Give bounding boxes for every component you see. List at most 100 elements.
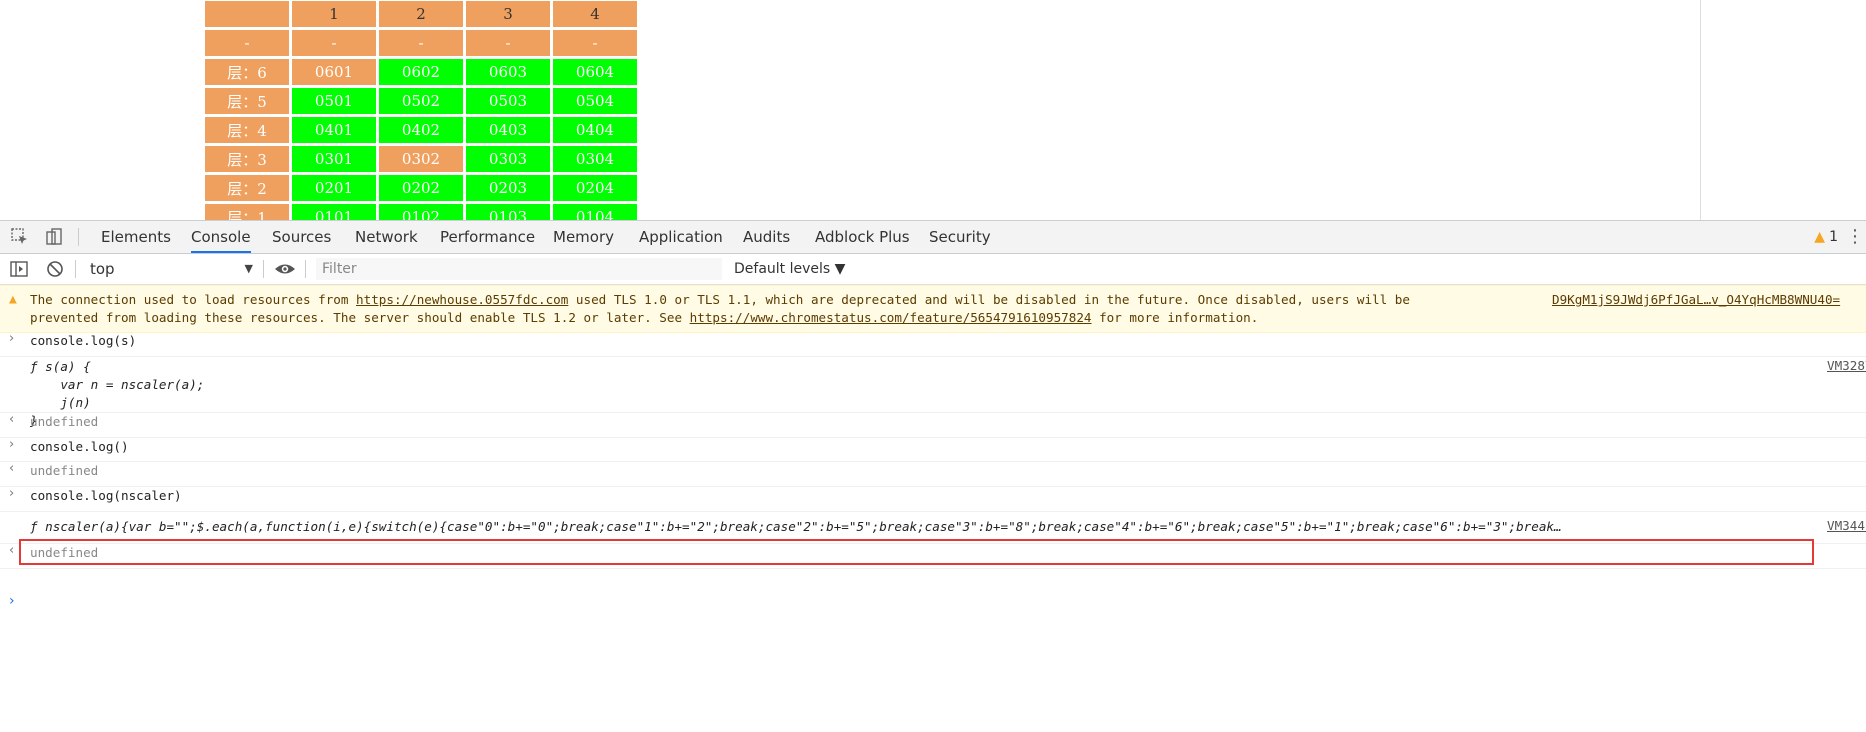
unit-cell[interactable]: 0404	[553, 117, 637, 143]
grid-header-row: 1234	[205, 1, 637, 27]
console-return-row: ‹ undefined	[0, 412, 1866, 438]
warning-text: prevented from loading these resources. …	[30, 310, 690, 325]
chevron-down-icon: ▼	[244, 262, 253, 275]
unit-cell[interactable]: 0501	[292, 88, 376, 114]
console-source-link[interactable]: VM3441	[1827, 518, 1866, 533]
filter-input[interactable]	[316, 258, 722, 280]
unit-cell[interactable]: 0604	[553, 59, 637, 85]
console-prompt[interactable]: ›	[9, 593, 15, 609]
unit-cell[interactable]: 0503	[466, 88, 550, 114]
floor-label: 层：2	[205, 175, 289, 201]
warning-icon: ▲	[1814, 229, 1826, 245]
console-source-link[interactable]: VM3287	[1827, 358, 1866, 373]
grid-header-cell	[205, 1, 289, 27]
devtools-panel: Elements Console Sources Network Performance…	[0, 220, 1866, 732]
tab-performance[interactable]: Performance	[440, 221, 535, 253]
console-command-text: console.log(s)	[30, 333, 137, 348]
tab-adblock-plus[interactable]: Adblock Plus	[815, 221, 910, 253]
unit-cell[interactable]: 0403	[466, 117, 550, 143]
tab-audits[interactable]: Audits	[743, 221, 790, 253]
warning-text: used TLS 1.0 or TLS 1.1, which are depre…	[568, 292, 1410, 307]
grid-header-cell: 3	[466, 1, 550, 27]
warning-icon: ▲	[9, 292, 17, 307]
console-input-row: › console.log()	[0, 437, 1866, 462]
context-value: top	[90, 260, 115, 278]
warning-text: for more information.	[1091, 310, 1259, 325]
console-return-value: undefined	[30, 463, 99, 478]
unit-cell[interactable]: 0504	[553, 88, 637, 114]
tab-memory[interactable]: Memory	[553, 221, 614, 253]
toolbar-divider	[263, 260, 264, 278]
unit-cell[interactable]: 0101	[292, 204, 376, 220]
unit-cell[interactable]: 0401	[292, 117, 376, 143]
unit-cell[interactable]: 0304	[553, 146, 637, 172]
unit-cell[interactable]: 0602	[379, 59, 463, 85]
unit-cell[interactable]: 0603	[466, 59, 550, 85]
grid-header-cell: 4	[553, 1, 637, 27]
tab-elements[interactable]: Elements	[101, 221, 171, 253]
tab-security[interactable]: Security	[929, 221, 991, 253]
unit-grid-table: 1 2 3 4- - - - - 层：6 0601 0602 0603 0604 层：5 0501 0502 0…	[202, 0, 640, 220]
warning-source-link[interactable]: D9KgM1jS9JWdj6PfJGaL…v_O4YqHcMB8WNU40=	[1552, 292, 1840, 307]
warning-line-2: prevented from loading these resources. …	[30, 310, 1258, 325]
unit-cell[interactable]: 0402	[379, 117, 463, 143]
devtools-tabbar: Elements Console Sources Network Performance…	[0, 221, 1866, 254]
tab-console[interactable]: Console	[191, 221, 251, 253]
grid-floor-row: 层：1 0101 0102 0103 0104	[205, 204, 637, 220]
return-chevron-icon: ‹	[9, 543, 15, 558]
clear-console-icon[interactable]	[45, 259, 65, 279]
grid-header-cell: 2	[379, 1, 463, 27]
floor-label: 层：1	[205, 204, 289, 220]
warning-count: 1	[1829, 229, 1838, 245]
grid-dash-cell: -	[292, 30, 376, 56]
grid-floor-row: 层：4 0401 0402 0403 0404	[205, 117, 637, 143]
tab-application[interactable]: Application	[639, 221, 723, 253]
tls-warning-message: ▲ The connection used to load resources …	[0, 285, 1866, 333]
warning-link-chromestatus[interactable]: https://www.chromestatus.com/feature/565…	[690, 310, 1092, 325]
toolbar-divider	[75, 260, 76, 278]
input-chevron-icon: ›	[9, 437, 15, 452]
unit-cell[interactable]: 0204	[553, 175, 637, 201]
context-select[interactable]: top ▼	[82, 258, 257, 280]
kebab-icon[interactable]: ⋮	[1846, 221, 1864, 253]
grid-floor-row: 层：2 0201 0202 0203 0204	[205, 175, 637, 201]
toolbar-divider	[305, 260, 306, 278]
grid-dash-cell: -	[466, 30, 550, 56]
console-command-text: console.log(nscaler)	[30, 488, 182, 503]
unit-cell[interactable]: 0303	[466, 146, 550, 172]
unit-cell[interactable]: 0301	[292, 146, 376, 172]
page-viewport: 1 2 3 4- - - - - 层：6 0601 0602 0603 0604 层：5 0501 0502 0…	[0, 0, 1866, 220]
log-levels-dropdown[interactable]: Default levels ▼	[734, 258, 845, 280]
grid-floor-row: 层：5 0501 0502 0503 0504	[205, 88, 637, 114]
unit-cell[interactable]: 0202	[379, 175, 463, 201]
unit-cell[interactable]: 0103	[466, 204, 550, 220]
console-output-row: VM3287ƒ s(a) { var n = nscaler(a); j(n) …	[0, 356, 1866, 428]
console-return-value: undefined	[30, 414, 99, 429]
grid-dash-cell: -	[205, 30, 289, 56]
tab-network[interactable]: Network	[355, 221, 418, 253]
input-chevron-icon: ›	[9, 331, 15, 346]
unit-cell[interactable]: 0203	[466, 175, 550, 201]
tab-sources[interactable]: Sources	[272, 221, 331, 253]
floor-label: 层：4	[205, 117, 289, 143]
page-border	[1700, 0, 1701, 220]
warning-line-1: The connection used to load resources fr…	[30, 292, 1410, 307]
sidebar-toggle-icon[interactable]	[9, 259, 29, 279]
toolbar-divider	[78, 228, 79, 246]
console-command-text: console.log()	[30, 439, 129, 454]
floor-label: 层：5	[205, 88, 289, 114]
inspect-icon[interactable]	[10, 227, 30, 247]
unit-cell[interactable]: 0502	[379, 88, 463, 114]
unit-cell[interactable]: 0201	[292, 175, 376, 201]
warning-link-host[interactable]: https://newhouse.0557fdc.com	[356, 292, 568, 307]
unit-cell[interactable]: 0102	[379, 204, 463, 220]
eye-icon[interactable]	[274, 259, 295, 279]
unit-cell[interactable]: 0601	[292, 59, 376, 85]
console-input-row: › console.log(nscaler)	[0, 486, 1866, 512]
unit-cell[interactable]: 0104	[553, 204, 637, 220]
warning-counter[interactable]: ▲ 1	[1814, 221, 1838, 253]
device-icon[interactable]	[44, 227, 64, 247]
floor-label: 层：3	[205, 146, 289, 172]
unit-cell[interactable]: 0302	[379, 146, 463, 172]
grid-header-cell: 1	[292, 1, 376, 27]
